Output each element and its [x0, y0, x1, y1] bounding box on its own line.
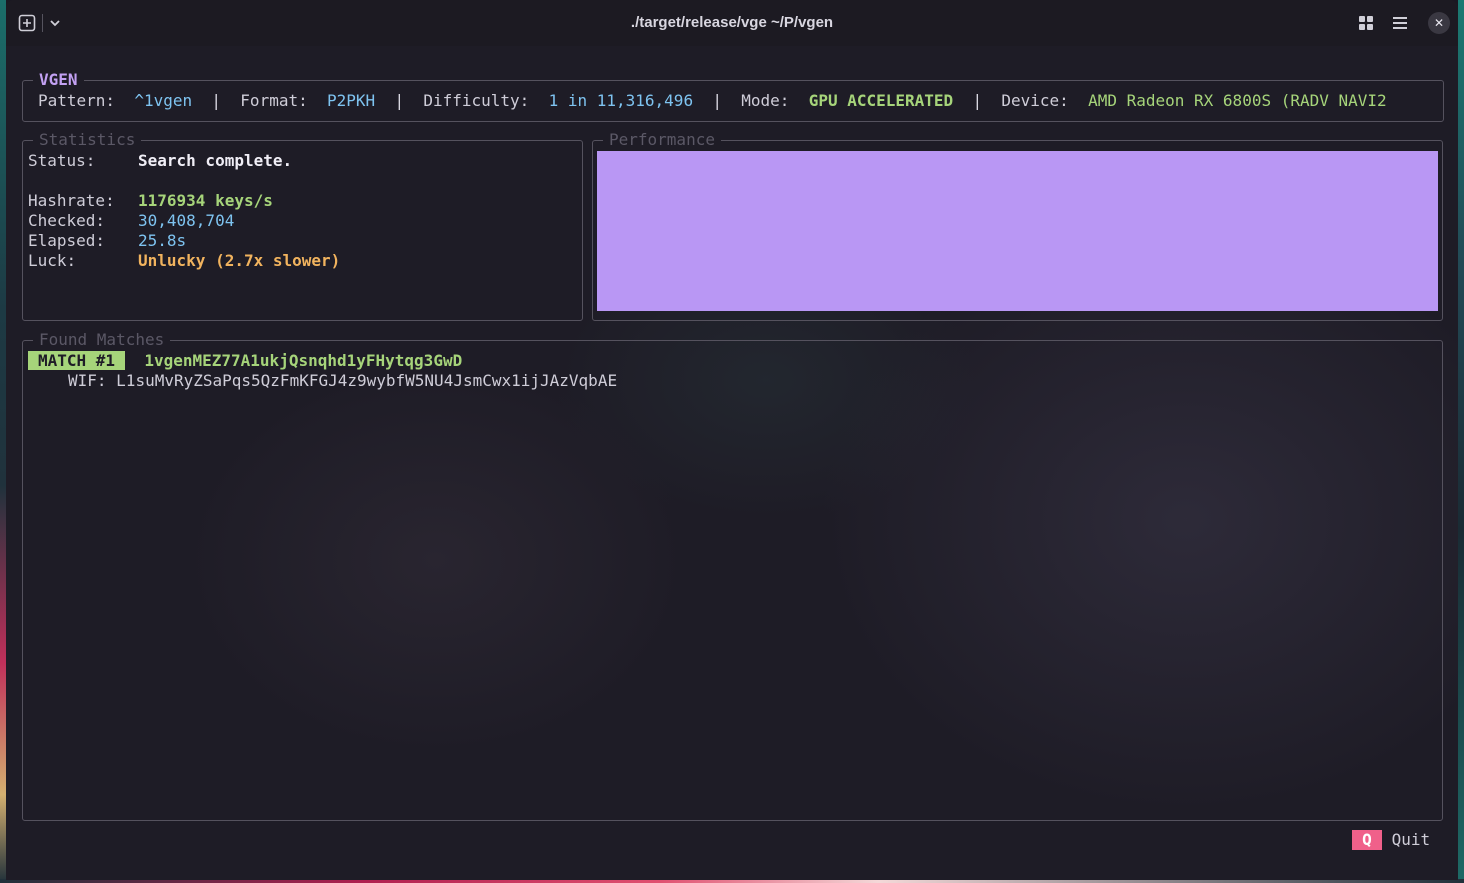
checked-label: Checked: [28, 211, 106, 230]
header-title: VGEN [33, 70, 84, 90]
elapsed-value: 25.8s [138, 231, 187, 250]
found-matches-title: Found Matches [33, 330, 171, 350]
wif-label: WIF: [68, 371, 107, 390]
luck-label: Luck: [28, 251, 77, 270]
quit-label: Quit [1391, 830, 1431, 849]
header-separator: | [972, 91, 983, 110]
header-panel: VGEN Pattern: ^1vgen | Format: P2PKH | D… [22, 70, 1444, 122]
close-button[interactable]: ✕ [1428, 12, 1450, 34]
match-address[interactable]: 1vgenMEZ77A1ukjQsnqhd1yFHytqg3GwD [144, 351, 462, 370]
window-title: ./target/release/vge ~/P/vgen [630, 14, 834, 31]
hashrate-label: Hashrate: [28, 191, 115, 210]
pattern-value: ^1vgen [134, 91, 193, 110]
quit-hint[interactable]: Q Quit [1352, 830, 1430, 850]
wif-value[interactable]: L1suMvRyZSaPqs5QzFmKFGJ4z9wybfW5NU4JsmCw… [116, 371, 617, 390]
quit-key[interactable]: Q [1352, 830, 1382, 850]
main-menu-button[interactable] [1389, 12, 1411, 34]
hamburger-menu-icon [1393, 17, 1407, 29]
format-label: Format: [240, 91, 308, 110]
device-value: AMD Radeon RX 6800S (RADV NAVI2 [1088, 91, 1387, 110]
header-row: Pattern: ^1vgen | Format: P2PKH | Diffic… [38, 91, 1387, 111]
header-separator: | [394, 91, 405, 110]
status-row: Status: Search complete. [28, 151, 292, 171]
performance-gauge-fill [597, 151, 1438, 311]
elapsed-row: Elapsed: 25.8s [28, 231, 186, 251]
header-separator: | [211, 91, 222, 110]
hashrate-value: 1176934 keys/s [138, 191, 273, 210]
hashrate-row: Hashrate: 1176934 keys/s [28, 191, 273, 211]
found-matches-panel: Found Matches MATCH #1 1vgenMEZ77A1ukjQs… [22, 330, 1443, 821]
mode-label: Mode: [741, 91, 790, 110]
device-label: Device: [1001, 91, 1069, 110]
statistics-panel: Statistics Status: Search complete. Hashr… [22, 130, 583, 321]
mode-value: GPU ACCELERATED [808, 91, 954, 110]
status-value: Search complete. [138, 151, 293, 170]
title-bar: ./target/release/vge ~/P/vgen ✕ [6, 0, 1458, 46]
close-icon: ✕ [1433, 16, 1445, 30]
checked-value: 30,408,704 [138, 211, 235, 230]
desktop-edge-right [1458, 0, 1464, 883]
checked-row: Checked: 30,408,704 [28, 211, 234, 231]
performance-title: Performance [603, 130, 721, 150]
match-badge: MATCH #1 [28, 351, 126, 370]
pattern-label: Pattern: [38, 91, 116, 110]
header-separator: | [712, 91, 722, 110]
terminal-window: ./target/release/vge ~/P/vgen ✕ VGEN Pat [6, 0, 1458, 880]
grid-icon [1359, 16, 1373, 30]
wif-row: WIF: L1suMvRyZSaPqs5QzFmKFGJ4z9wybfW5NU4… [68, 371, 617, 391]
status-label: Status: [28, 151, 96, 170]
terminal-content: VGEN Pattern: ^1vgen | Format: P2PKH | D… [6, 46, 1458, 880]
format-value: P2PKH [327, 91, 376, 110]
statistics-title: Statistics [33, 130, 142, 150]
match-row: MATCH #1 1vgenMEZ77A1ukjQsnqhd1yFHytqg3G… [28, 351, 462, 371]
difficulty-label: Difficulty: [423, 91, 530, 110]
view-grid-button[interactable] [1355, 12, 1377, 34]
difficulty-value: 1 in 11,316,496 [548, 91, 694, 110]
elapsed-label: Elapsed: [28, 231, 106, 250]
luck-value: Unlucky (2.7x slower) [138, 251, 341, 270]
luck-row: Luck: Unlucky (2.7x slower) [28, 251, 340, 271]
